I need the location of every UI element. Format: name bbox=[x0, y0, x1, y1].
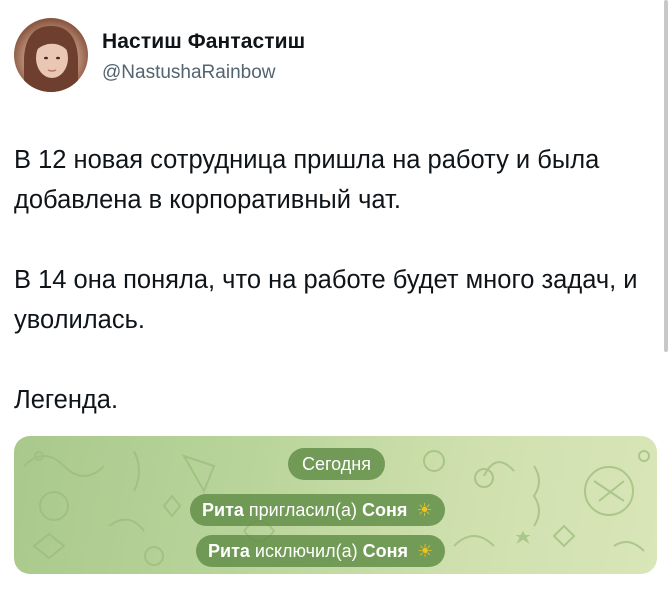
action-text: исключил(а) bbox=[254, 541, 358, 561]
actor-name[interactable]: Рита bbox=[202, 500, 244, 520]
tweet-text: В 12 новая сотрудница пришла на работу и… bbox=[14, 140, 644, 420]
target-name[interactable]: Соня bbox=[362, 500, 407, 520]
actor-name[interactable]: Рита bbox=[208, 541, 250, 561]
author-handle[interactable]: @NastushaRainbow bbox=[102, 62, 276, 84]
target-name[interactable]: Соня bbox=[363, 541, 408, 561]
service-message-invite: Рита пригласил(а) Соня ☀ bbox=[190, 494, 445, 526]
tweet-paragraph: В 14 она поняла, что на работе будет мно… bbox=[14, 266, 638, 334]
sun-emoji-icon: ☀ bbox=[416, 500, 433, 520]
date-separator: Сегодня bbox=[288, 448, 385, 480]
tweet-paragraph: Легенда. bbox=[14, 386, 119, 414]
tweet-view: Настиш Фантастиш @NastushaRainbow В 12 н… bbox=[0, 0, 671, 600]
author-name[interactable]: Настиш Фантастиш bbox=[102, 30, 305, 54]
service-message-remove: Рита исключил(а) Соня ☀ bbox=[196, 535, 446, 567]
avatar-photo bbox=[21, 26, 81, 92]
tweet-paragraph: В 12 новая сотрудница пришла на работу и… bbox=[14, 146, 600, 214]
action-text: пригласил(а) bbox=[248, 500, 357, 520]
avatar[interactable] bbox=[14, 18, 88, 92]
sun-emoji-icon: ☀ bbox=[417, 541, 434, 561]
scrollbar[interactable] bbox=[664, 0, 668, 352]
chat-screenshot[interactable]: Сегодня Рита пригласил(а) Соня ☀ Рита ис… bbox=[14, 436, 657, 574]
